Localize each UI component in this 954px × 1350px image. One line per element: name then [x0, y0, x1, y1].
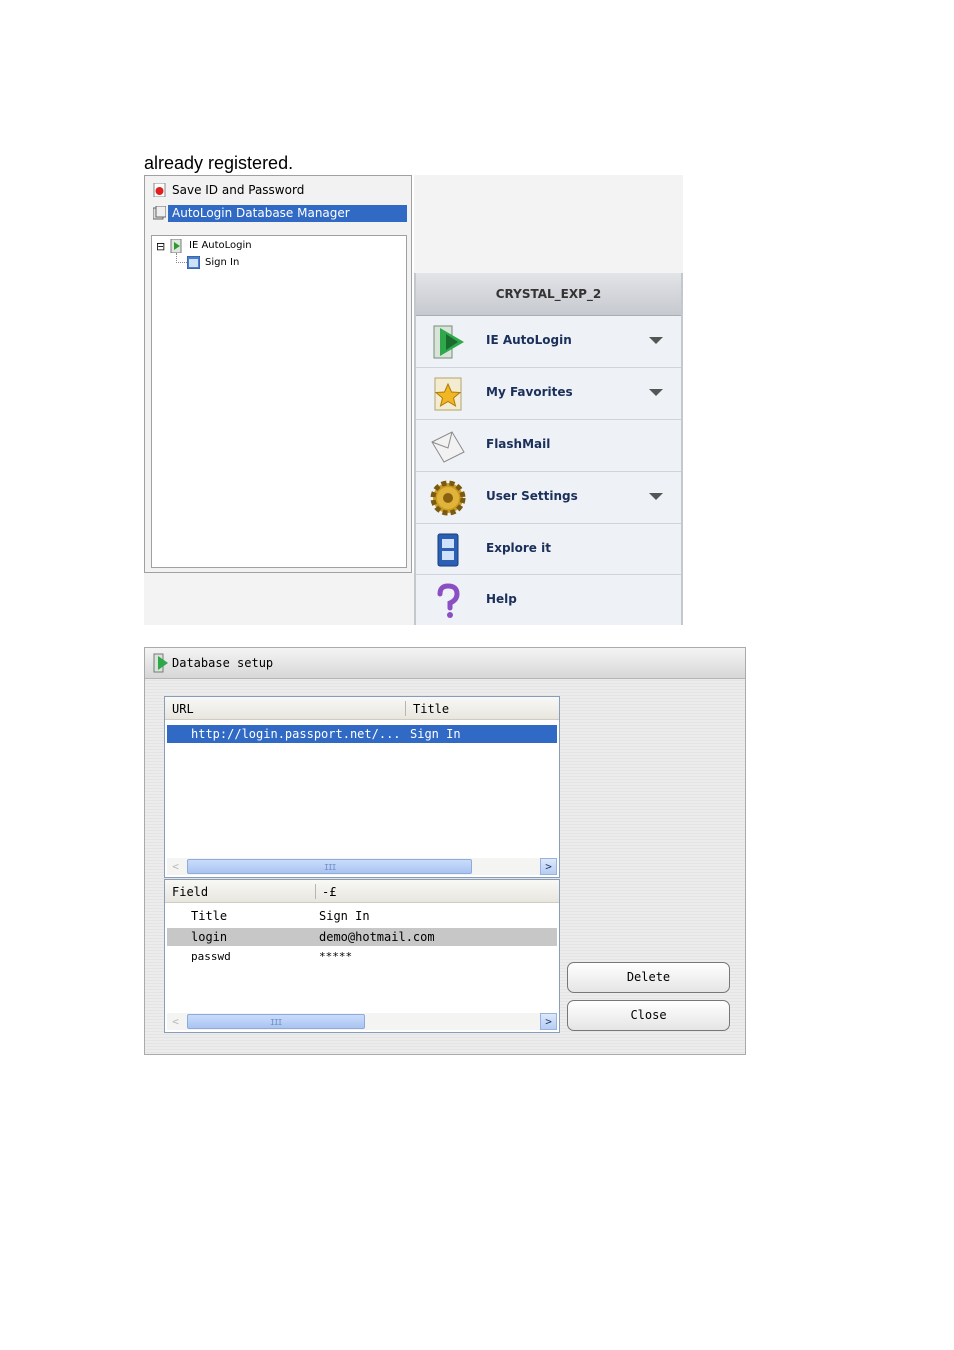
scroll-right-icon[interactable]: >: [540, 858, 557, 875]
database-setup-dialog: Database setup URL Title http://login.pa…: [144, 647, 746, 1055]
table-row[interactable]: passwd *****: [167, 948, 557, 966]
url-list-header: URL Title: [165, 697, 559, 720]
column-separator[interactable]: [315, 884, 316, 899]
menu-item-database-manager[interactable]: AutoLogin Database Manager: [151, 205, 407, 222]
scroll-left-icon[interactable]: <: [167, 858, 184, 875]
field-list[interactable]: Field -£ Title Sign In login demo@hotmai…: [164, 879, 560, 1033]
menu-item-save-id-password[interactable]: Save ID and Password: [151, 182, 407, 199]
crystal-panel: CRYSTAL_EXP_2 IE AutoLogin My Favorites …: [414, 273, 683, 625]
menu-item-label: AutoLogin Database Manager: [168, 205, 407, 222]
autologin-icon: [433, 325, 464, 359]
web-page-icon: [187, 256, 200, 269]
tree-item-ie-autologin[interactable]: IE AutoLogin: [189, 240, 252, 251]
background-area: [414, 175, 683, 273]
crystal-item-explore-it[interactable]: Explore it: [416, 524, 681, 575]
scroll-thumb[interactable]: III: [187, 859, 472, 874]
value-cell: *****: [319, 950, 353, 963]
explorer-icon: [437, 533, 459, 567]
crystal-item-label: FlashMail: [486, 437, 551, 451]
field-cell: login: [191, 930, 228, 944]
mail-envelope-icon: [431, 431, 465, 463]
scroll-grip: III: [270, 1018, 282, 1027]
database-icon: [153, 206, 166, 220]
crystal-panel-header: CRYSTAL_EXP_2: [416, 273, 681, 316]
database-tree[interactable]: ⊟ IE AutoLogin Sign In: [151, 235, 407, 568]
crystal-item-label: Help: [486, 592, 517, 606]
autologin-small-icon: [170, 239, 182, 253]
background-area: [144, 573, 414, 625]
scroll-right-icon[interactable]: >: [540, 1013, 557, 1030]
crystal-item-help[interactable]: Help: [416, 575, 681, 626]
crystal-item-user-settings[interactable]: User Settings: [416, 472, 681, 524]
tree-expander-icon[interactable]: ⊟: [156, 240, 165, 253]
save-password-icon: [153, 183, 166, 197]
field-cell: Title: [191, 909, 228, 923]
field-list-header: Field -£: [165, 880, 559, 903]
gear-icon: [430, 480, 466, 516]
column-header-url[interactable]: URL: [172, 702, 194, 716]
crystal-item-label: User Settings: [486, 489, 578, 503]
tree-connector: [176, 253, 187, 263]
crystal-item-my-favorites[interactable]: My Favorites: [416, 368, 681, 420]
value-cell: Sign In: [319, 909, 370, 923]
scroll-left-icon[interactable]: <: [167, 1013, 184, 1030]
table-row[interactable]: http://login.passport.net/... Sign In: [167, 725, 557, 743]
crystal-item-label: My Favorites: [486, 385, 573, 399]
autologin-icon: [153, 653, 168, 673]
table-row[interactable]: login demo@hotmail.com: [167, 928, 557, 946]
crystal-item-ie-autologin[interactable]: IE AutoLogin: [416, 316, 681, 368]
menu-item-label: Save ID and Password: [172, 183, 305, 197]
horizontal-scrollbar[interactable]: < III >: [167, 858, 557, 875]
crystal-item-flashmail[interactable]: FlashMail: [416, 420, 681, 472]
dialog-title: Database setup: [172, 656, 274, 670]
column-separator[interactable]: [405, 701, 406, 716]
scroll-grip: III: [324, 863, 336, 872]
chevron-down-icon[interactable]: [649, 389, 663, 396]
field-cell: passwd: [191, 950, 231, 963]
value-cell: demo@hotmail.com: [319, 930, 435, 944]
help-question-icon: [437, 583, 460, 618]
context-menu-panel: Save ID and Password AutoLogin Database …: [144, 175, 412, 573]
intro-text: already registered.: [144, 153, 294, 173]
close-button[interactable]: Close: [567, 1000, 730, 1031]
delete-button[interactable]: Delete: [567, 962, 730, 993]
crystal-item-label: Explore it: [486, 541, 551, 555]
horizontal-scrollbar[interactable]: < III >: [167, 1013, 557, 1030]
column-header-value[interactable]: -£: [322, 885, 336, 899]
chevron-down-icon[interactable]: [649, 493, 663, 500]
url-list[interactable]: URL Title http://login.passport.net/... …: [164, 696, 560, 878]
dialog-title-bar[interactable]: Database setup: [145, 648, 745, 679]
crystal-panel-title: CRYSTAL_EXP_2: [495, 287, 602, 301]
table-row[interactable]: Title Sign In: [167, 907, 557, 925]
favorites-star-icon: [434, 377, 462, 411]
column-header-title[interactable]: Title: [413, 702, 449, 716]
column-header-field[interactable]: Field: [172, 885, 208, 899]
chevron-down-icon[interactable]: [649, 337, 663, 344]
scroll-thumb[interactable]: III: [187, 1014, 365, 1029]
crystal-item-label: IE AutoLogin: [486, 333, 572, 347]
url-cell: http://login.passport.net/...: [191, 727, 401, 741]
tree-item-sign-in[interactable]: Sign In: [205, 257, 239, 268]
title-cell: Sign In: [410, 727, 461, 741]
